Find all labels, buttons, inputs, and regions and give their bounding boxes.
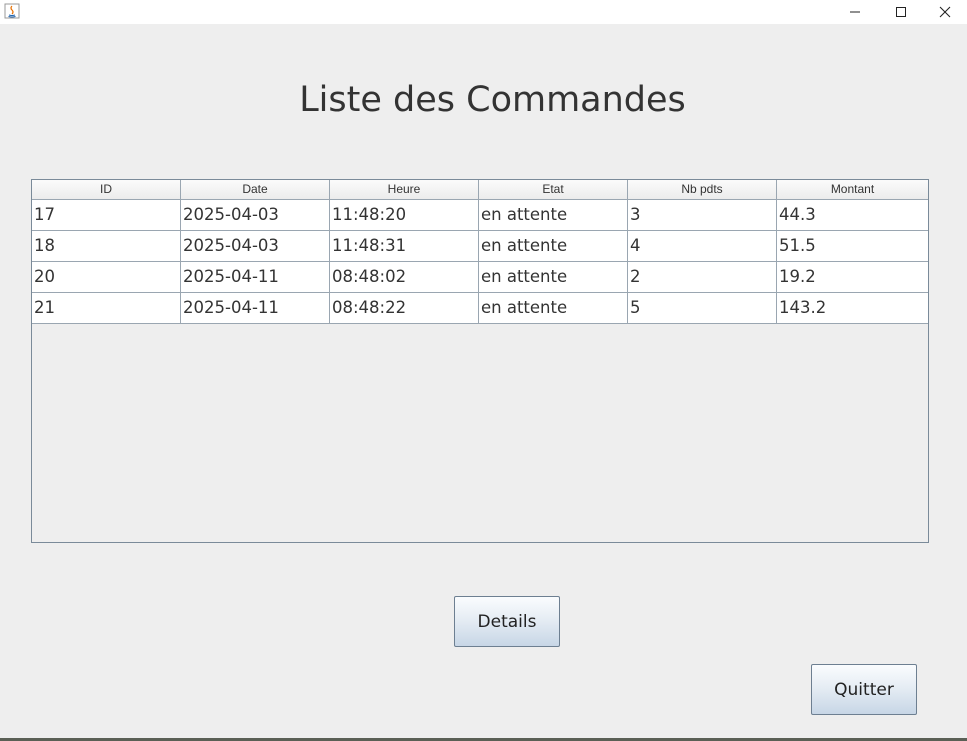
cell-id: 18 bbox=[32, 231, 181, 261]
column-header-time[interactable]: Heure bbox=[330, 180, 479, 199]
quit-button[interactable]: Quitter bbox=[811, 664, 917, 715]
close-button[interactable] bbox=[922, 0, 967, 24]
cell-date: 2025-04-11 bbox=[181, 262, 330, 292]
column-header-amount[interactable]: Montant bbox=[777, 180, 928, 199]
minimize-button[interactable] bbox=[832, 0, 878, 24]
java-app-icon bbox=[4, 3, 20, 19]
cell-date: 2025-04-11 bbox=[181, 293, 330, 323]
cell-time: 11:48:31 bbox=[330, 231, 479, 261]
table-header: ID Date Heure Etat Nb pdts Montant bbox=[32, 180, 928, 200]
cell-date: 2025-04-03 bbox=[181, 200, 330, 230]
cell-time: 08:48:22 bbox=[330, 293, 479, 323]
cell-id: 17 bbox=[32, 200, 181, 230]
cell-time: 08:48:02 bbox=[330, 262, 479, 292]
details-button[interactable]: Details bbox=[454, 596, 560, 647]
cell-amount: 19.2 bbox=[779, 267, 816, 286]
cell-amount: 44.3 bbox=[779, 205, 816, 224]
maximize-button[interactable] bbox=[878, 0, 924, 24]
cell-id: 20 bbox=[32, 262, 181, 292]
close-icon bbox=[939, 6, 951, 18]
cell-product-count: 4 bbox=[628, 231, 777, 261]
cell-amount: 143.2 bbox=[779, 298, 827, 317]
cell-status: en attente bbox=[479, 293, 628, 323]
cell-product-count: 2 bbox=[628, 262, 777, 292]
cell-status: en attente bbox=[479, 231, 628, 261]
column-header-product-count[interactable]: Nb pdts bbox=[628, 180, 777, 199]
table-row[interactable]: 17 2025-04-03 11:48:20 en attente 3 44.3 bbox=[32, 200, 928, 231]
table-row[interactable]: 18 2025-04-03 11:48:31 en attente 4 51.5 bbox=[32, 231, 928, 262]
cell-id: 21 bbox=[32, 293, 181, 323]
cell-product-count: 3 bbox=[628, 200, 777, 230]
title-bar bbox=[0, 0, 967, 24]
cell-product-count: 5 bbox=[628, 293, 777, 323]
maximize-icon bbox=[896, 7, 906, 17]
column-header-id[interactable]: ID bbox=[32, 180, 181, 199]
cell-time: 11:48:20 bbox=[330, 200, 479, 230]
column-header-status[interactable]: Etat bbox=[479, 180, 628, 199]
cell-status: en attente bbox=[479, 200, 628, 230]
table-row[interactable]: 21 2025-04-11 08:48:22 en attente 5 143.… bbox=[32, 293, 928, 324]
table-row[interactable]: 20 2025-04-11 08:48:02 en attente 2 19.2 bbox=[32, 262, 928, 293]
page-title: Liste des Commandes bbox=[299, 80, 686, 120]
cell-status: en attente bbox=[479, 262, 628, 292]
cell-amount: 51.5 bbox=[779, 236, 816, 255]
orders-table[interactable]: ID Date Heure Etat Nb pdts Montant 17 20… bbox=[31, 179, 929, 543]
minimize-icon bbox=[850, 11, 860, 13]
cell-date: 2025-04-03 bbox=[181, 231, 330, 261]
column-header-date[interactable]: Date bbox=[181, 180, 330, 199]
